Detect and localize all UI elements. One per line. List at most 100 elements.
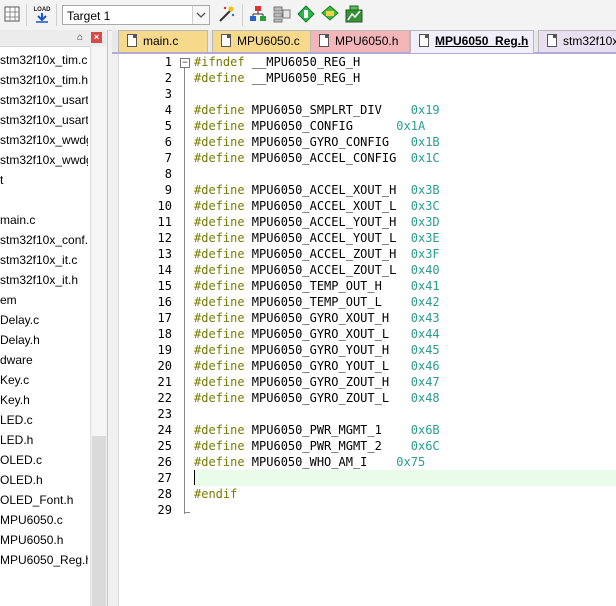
pin-icon[interactable]: ⌂ (74, 31, 86, 44)
code-line[interactable]: #define MPU6050_TEMP_OUT_L 0x42 (194, 294, 616, 310)
macro-name: MPU6050_GYRO_XOUT_L (244, 327, 411, 341)
hex-literal: 0x1C (410, 151, 440, 165)
scrollbar-thumb[interactable] (92, 46, 106, 436)
tree-item[interactable]: stm32f10x_wwdg (0, 150, 88, 170)
code-line[interactable] (194, 166, 616, 182)
scrollbar-track[interactable] (92, 436, 106, 606)
tab-mpu6050-reg-h[interactable]: MPU6050_Reg.h (410, 30, 534, 53)
line-number: 24 (157, 423, 172, 437)
tree-item[interactable]: stm32f10x_usart. (0, 90, 88, 110)
tree-item[interactable]: MPU6050.h (0, 530, 88, 550)
code-line[interactable]: #define MPU6050_GYRO_XOUT_L 0x44 (194, 326, 616, 342)
code-line[interactable] (194, 502, 616, 518)
tree-item[interactable]: OLED.h (0, 470, 88, 490)
tree-item[interactable]: stm32f10x_usart. (0, 110, 88, 130)
code-line[interactable]: #define MPU6050_ACCEL_ZOUT_H 0x3F (194, 246, 616, 262)
code-line[interactable]: #endif (194, 486, 616, 502)
code-text-area[interactable]: #ifndef __MPU6050_REG_H #define __MPU6050… (194, 54, 616, 606)
code-line[interactable]: #define MPU6050_WHO_AM_I 0x75 (194, 454, 616, 470)
target-select[interactable]: Target 1 (62, 5, 210, 25)
line-number: 22 (157, 391, 172, 405)
code-line[interactable]: #define MPU6050_PWR_MGMT_1 0x6B (194, 422, 616, 438)
tree-item[interactable]: LED.c (0, 410, 88, 430)
tree-item[interactable]: OLED.c (0, 450, 88, 470)
target-select-value: Target 1 (67, 9, 111, 23)
tree-item[interactable]: MPU6050.c (0, 510, 88, 530)
code-line[interactable]: #define MPU6050_ACCEL_YOUT_H 0x3D (194, 214, 616, 230)
tree-item[interactable]: Delay.c (0, 310, 88, 330)
code-line[interactable]: #define MPU6050_ACCEL_ZOUT_L 0x40 (194, 262, 616, 278)
chevron-down-icon[interactable] (192, 6, 209, 24)
line-number: 15 (157, 279, 172, 293)
preprocessor-keyword: #define (194, 263, 245, 277)
project-tree: stm32f10x_tim.c stm32f10x_tim.h stm32f10x_… (0, 50, 88, 570)
select-packs-icon[interactable] (296, 4, 316, 24)
tab-stm32f10x[interactable]: stm32f10x (538, 30, 616, 52)
hex-literal: 0x44 (410, 327, 440, 341)
tree-item[interactable]: LED.h (0, 430, 88, 450)
close-icon[interactable]: × (91, 32, 102, 43)
code-line[interactable]: #define MPU6050_GYRO_YOUT_H 0x45 (194, 342, 616, 358)
code-line[interactable]: #ifndef __MPU6050_REG_H (194, 54, 616, 70)
code-line[interactable]: #define MPU6050_GYRO_XOUT_H 0x43 (194, 310, 616, 326)
line-number: 8 (164, 167, 172, 181)
tree-item[interactable]: MPU6050_Reg.h (0, 550, 88, 570)
hex-literal: 0x3F (410, 247, 440, 261)
tree-item[interactable]: stm32f10x_tim.c (0, 50, 88, 70)
code-editor[interactable]: 1 2 3 4 5 6 7 8 9 10 11 12 13 14 15 16 17 18 19 20 21 22 23 24 2… (112, 54, 616, 606)
code-line[interactable]: #define MPU6050_GYRO_CONFIG 0x1B (194, 134, 616, 150)
tree-item[interactable]: stm32f10x_it.h (0, 270, 88, 290)
macro-name: MPU6050_PWR_MGMT_1 (244, 423, 411, 437)
tree-item[interactable]: main.c (0, 210, 88, 230)
code-line[interactable]: #define MPU6050_ACCEL_CONFIG 0x1C (194, 150, 616, 166)
fold-collapse-icon[interactable]: − (180, 58, 190, 68)
load-download-icon[interactable]: LOAD (32, 4, 52, 24)
tree-item[interactable]: t (0, 170, 88, 190)
code-line[interactable] (194, 470, 616, 486)
tab-mpu6050-c[interactable]: MPU6050.c (212, 30, 312, 52)
tree-item[interactable]: dware (0, 350, 88, 370)
tree-item[interactable]: em (0, 290, 88, 310)
tree-item[interactable]: stm32f10x_wwdg (0, 130, 88, 150)
preprocessor-keyword: #define (194, 295, 245, 309)
code-line[interactable]: #define MPU6050_ACCEL_XOUT_L 0x3C (194, 198, 616, 214)
hex-literal: 0x19 (410, 103, 440, 117)
tree-item[interactable]: Delay.h (0, 330, 88, 350)
macro-name: MPU6050_CONFIG (244, 119, 397, 133)
preprocessor-keyword: #ifndef (194, 55, 245, 69)
tree-item[interactable]: Key.c (0, 370, 88, 390)
macro-name: MPU6050_GYRO_ZOUT_H (244, 375, 411, 389)
pack-installer-icon[interactable] (320, 4, 340, 24)
code-line[interactable]: #define MPU6050_SMPLRT_DIV 0x19 (194, 102, 616, 118)
tree-item[interactable]: stm32f10x_it.c (0, 250, 88, 270)
hex-literal: 0x1A (396, 119, 426, 133)
code-line[interactable]: #define MPU6050_GYRO_ZOUT_L 0x48 (194, 390, 616, 406)
macro-name: MPU6050_ACCEL_ZOUT_H (244, 247, 411, 261)
run-time-environment-icon[interactable] (344, 4, 364, 24)
code-line[interactable]: #define MPU6050_GYRO_ZOUT_H 0x47 (194, 374, 616, 390)
tab-main-c[interactable]: main.c (118, 30, 208, 52)
line-number: 14 (157, 263, 172, 277)
file-extensions-icon[interactable] (272, 4, 292, 24)
tree-item[interactable]: OLED_Font.h (0, 490, 88, 510)
project-scrollbar[interactable] (90, 46, 107, 606)
tab-label: MPU6050.h (335, 34, 399, 48)
build-grid-icon[interactable] (2, 4, 22, 24)
code-line[interactable]: #define MPU6050_ACCEL_YOUT_L 0x3E (194, 230, 616, 246)
tree-item[interactable] (0, 190, 88, 210)
code-line[interactable]: #define MPU6050_PWR_MGMT_2 0x6C (194, 438, 616, 454)
code-line[interactable] (194, 406, 616, 422)
code-line[interactable]: #define MPU6050_GYRO_YOUT_L 0x46 (194, 358, 616, 374)
tree-item[interactable]: Key.h (0, 390, 88, 410)
manage-components-icon[interactable] (248, 4, 268, 24)
code-line[interactable] (194, 86, 616, 102)
magic-wand-options-icon[interactable] (216, 4, 236, 24)
line-number: 12 (157, 231, 172, 245)
code-line[interactable]: #define MPU6050_CONFIG 0x1A (194, 118, 616, 134)
tab-mpu6050-h[interactable]: MPU6050.h (310, 30, 410, 52)
code-line[interactable]: #define MPU6050_ACCEL_XOUT_H 0x3B (194, 182, 616, 198)
tree-item[interactable]: stm32f10x_tim.h (0, 70, 88, 90)
code-line[interactable]: #define __MPU6050_REG_H (194, 70, 616, 86)
code-line[interactable]: #define MPU6050_TEMP_OUT_H 0x41 (194, 278, 616, 294)
tree-item[interactable]: stm32f10x_conf.h (0, 230, 88, 250)
